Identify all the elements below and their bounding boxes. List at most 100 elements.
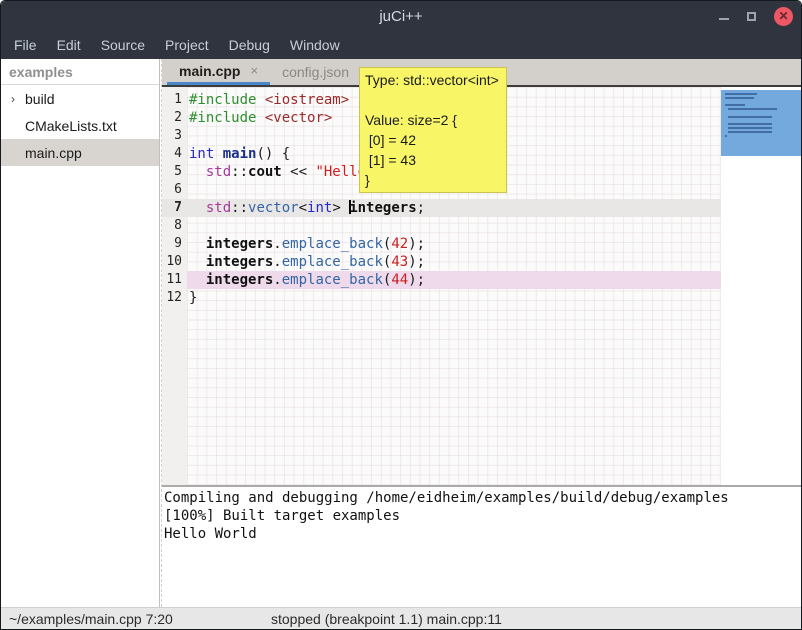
menu-bar: FileEditSourceProjectDebugWindow: [1, 31, 801, 59]
tooltip-line: Type: std::vector<int>: [365, 70, 501, 90]
code-token: 42: [391, 236, 408, 252]
code-line-11[interactable]: integers.emplace_back(44);: [187, 271, 721, 289]
tooltip-line: }: [365, 170, 501, 190]
code-line-8[interactable]: [187, 217, 721, 235]
restore-icon[interactable]: [747, 12, 756, 21]
terminal-line: [100%] Built target examples: [164, 507, 801, 525]
gutter-line-number[interactable]: 4: [162, 145, 187, 163]
code-token: <: [299, 200, 307, 216]
file-tree-sidebar: examples ›build CMakeLists.txt main.cpp: [1, 59, 159, 607]
code-token: <iostream>: [265, 92, 349, 108]
code-line-9[interactable]: integers.emplace_back(42);: [187, 235, 721, 253]
tab-close-icon[interactable]: ×: [250, 63, 258, 78]
close-icon[interactable]: ✕: [774, 7, 793, 26]
code-token: );: [408, 272, 425, 288]
source-map-line: [728, 108, 777, 110]
code-line-12[interactable]: }: [187, 289, 721, 307]
source-map-line: [725, 104, 745, 106]
gutter-line-number[interactable]: 5: [162, 163, 187, 181]
code-line-10[interactable]: integers.emplace_back(43);: [187, 253, 721, 271]
code-token: >: [332, 200, 349, 216]
gutter-line-number[interactable]: 10: [162, 253, 187, 271]
menu-item-window[interactable]: Window: [280, 32, 350, 58]
file-label: main.cpp: [25, 145, 82, 161]
source-map-slider[interactable]: [721, 90, 801, 156]
code-token: int: [189, 146, 214, 162]
project-name: examples: [1, 59, 159, 85]
tab-label: config.json: [282, 64, 349, 80]
code-token: std: [206, 200, 231, 216]
terminal-line: Compiling and debugging /home/eidheim/ex…: [164, 489, 801, 507]
gutter-line-number[interactable]: 12: [162, 289, 187, 307]
menu-item-source[interactable]: Source: [91, 32, 155, 58]
source-map-line: [728, 123, 772, 125]
code-token: vector: [248, 200, 299, 216]
menu-item-edit[interactable]: Edit: [47, 32, 91, 58]
sidebar-item-main-cpp[interactable]: main.cpp: [1, 139, 159, 166]
code-token: );: [408, 254, 425, 270]
code-token: emplace_back: [282, 236, 383, 252]
code-token: [189, 272, 206, 288]
title-bar[interactable]: juCi++ ✕: [1, 1, 801, 31]
code-token: integers: [206, 272, 273, 288]
code-token: emplace_back: [282, 254, 383, 270]
file-label: build: [25, 91, 55, 107]
menu-item-file[interactable]: File: [4, 32, 47, 58]
tab-main-cpp[interactable]: main.cpp ×: [167, 59, 270, 85]
tooltip-line: [365, 90, 501, 110]
code-token: () {: [256, 146, 290, 162]
code-token: std: [206, 164, 231, 180]
menu-item-project[interactable]: Project: [155, 32, 219, 58]
window-title: juCi++: [379, 8, 422, 25]
tab-config-json[interactable]: config.json: [270, 59, 361, 85]
gutter-line-number[interactable]: 11: [162, 271, 187, 289]
gutter-line-number[interactable]: 1: [162, 91, 187, 109]
chevron-right-icon[interactable]: ›: [1, 92, 25, 106]
debug-value-tooltip: Type: std::vector<int> Value: size=2 { […: [359, 67, 507, 193]
code-token: [256, 110, 264, 126]
gutter-line-number[interactable]: 6: [162, 181, 187, 199]
code-token: integers: [349, 200, 416, 216]
code-token: [214, 146, 222, 162]
source-map-line: [728, 127, 772, 129]
status-debug-state: stopped (breakpoint 1.1) main.cpp:11: [271, 611, 502, 627]
file-label: CMakeLists.txt: [25, 118, 117, 134]
code-token: int: [307, 200, 332, 216]
code-token: #include: [189, 92, 256, 108]
tooltip-line: [0] = 42: [365, 130, 501, 150]
sidebar-item-build[interactable]: ›build: [1, 85, 159, 112]
code-token: ;: [417, 200, 425, 216]
code-token: integers: [206, 236, 273, 252]
code-token: [189, 200, 206, 216]
code-token: <vector>: [265, 110, 332, 126]
code-token: #include: [189, 110, 256, 126]
tab-label: main.cpp: [179, 63, 240, 79]
source-map-line: [728, 131, 772, 133]
code-token: <<: [282, 164, 316, 180]
status-file-position: ~/examples/main.cpp 7:20: [9, 611, 173, 627]
code-token: cout: [248, 164, 282, 180]
code-token: [256, 92, 264, 108]
code-token: emplace_back: [282, 272, 383, 288]
code-token: 44: [391, 272, 408, 288]
gutter-line-number[interactable]: 9: [162, 235, 187, 253]
minimize-icon[interactable]: [719, 18, 729, 20]
code-token: .: [273, 236, 281, 252]
gutter-line-number[interactable]: 8: [162, 217, 187, 235]
tooltip-line: Value: size=2 {: [365, 110, 501, 130]
code-token: [189, 254, 206, 270]
gutter-line-number[interactable]: 3: [162, 127, 187, 145]
source-map: [721, 87, 802, 485]
code-token: }: [189, 290, 197, 306]
code-token: .: [273, 272, 281, 288]
gutter-line-number[interactable]: 7: [162, 199, 187, 217]
gutter-line-number[interactable]: 2: [162, 109, 187, 127]
code-token: [189, 236, 206, 252]
code-token: 43: [391, 254, 408, 270]
code-line-7[interactable]: std::vector<int> integers;: [187, 199, 721, 217]
menu-item-debug[interactable]: Debug: [219, 32, 280, 58]
code-token: ::: [231, 164, 248, 180]
line-number-gutter[interactable]: 123456789101112: [162, 87, 187, 485]
sidebar-item-cmakelists-txt[interactable]: CMakeLists.txt: [1, 112, 159, 139]
build-terminal[interactable]: Compiling and debugging /home/eidheim/ex…: [162, 487, 802, 607]
